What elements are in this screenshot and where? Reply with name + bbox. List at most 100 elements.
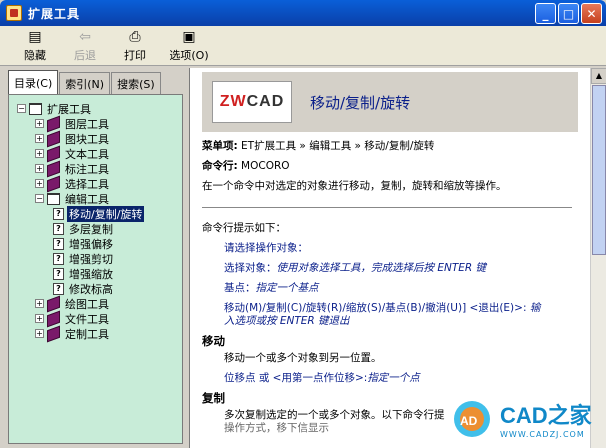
prompt-basepoint-hint: 指定一个基点 xyxy=(255,282,319,294)
tree-item-label: 图块工具 xyxy=(65,132,109,146)
tree-item-label: 修改标高 xyxy=(69,282,113,296)
section-copy-desc: 多次复制选定的一个或多个对象。以下命令行提 xyxy=(224,409,445,421)
prompt-options-hint-cont: 入选项或按 ENTER 键退出 xyxy=(224,315,350,327)
tree-item-label: 增强剪切 xyxy=(69,252,113,266)
tree-item[interactable]: + 图块工具 xyxy=(9,130,182,147)
tree-item[interactable]: ? 移动/复制/旋转 xyxy=(9,205,182,222)
move-prompt-hint: 指定一个点 xyxy=(367,372,420,384)
contents-tree: − 扩展工具 + 图层工具 + 图块工具 + 文本工具 + 标注工具 + 选择工具 − 编辑工具? 移动/复… xyxy=(8,94,183,444)
options-label: 选项(O) xyxy=(169,48,209,62)
cadzj-logo-icon: AD xyxy=(454,397,496,439)
tree-item[interactable]: + 文本工具 xyxy=(9,145,182,162)
open-book-icon xyxy=(47,192,60,205)
tree-item[interactable]: ? 增强偏移 xyxy=(9,236,182,251)
tab-search[interactable]: 搜索(S) xyxy=(111,72,161,94)
prompt-select-hint: 使用对象选择工具，完成选择后按 ENTER 键 xyxy=(276,262,487,274)
cmd-value: MOCORO xyxy=(241,160,290,172)
closed-book-icon xyxy=(47,130,60,147)
tree-item-label: 图层工具 xyxy=(65,117,109,131)
tree-item-label: 文本工具 xyxy=(65,147,109,161)
tree-item-label: 文件工具 xyxy=(65,312,109,326)
tab-contents[interactable]: 目录(C) xyxy=(8,70,59,94)
scroll-up-icon[interactable]: ▲ xyxy=(591,68,606,84)
maximize-button[interactable]: □ xyxy=(558,3,579,24)
move-prompt-label: 位移点 或 <用第一点作位移>: xyxy=(224,372,368,384)
expand-icon[interactable]: + xyxy=(35,119,44,128)
back-arrow-icon: ⇦ xyxy=(79,28,91,45)
tree-item[interactable]: ? 修改标高 xyxy=(9,281,182,296)
closed-book-icon xyxy=(47,325,60,342)
options-button[interactable]: ▣ 选项(O) xyxy=(160,26,218,65)
tree-item-label: 定制工具 xyxy=(65,327,109,341)
window-title: 扩展工具 xyxy=(28,6,81,21)
tree-item[interactable]: ? 多层复制 xyxy=(9,221,182,236)
prompt-options-hint: 输 xyxy=(529,302,541,314)
menu-path: ET扩展工具 » 编辑工具 » 移动/复制/旋转 xyxy=(241,140,435,152)
expand-icon[interactable]: + xyxy=(35,164,44,173)
printer-icon: ⎙ xyxy=(129,28,141,45)
tree-item[interactable]: + 图层工具 xyxy=(9,115,182,132)
closed-book-icon xyxy=(47,310,60,327)
prompt-select-objects: 请选择操作对象： xyxy=(224,242,308,254)
tree-item[interactable]: + 选择工具 xyxy=(9,175,182,192)
toolbar: ▤ 隐藏 ⇦ 后退 ⎙ 打印 ▣ 选项(O) xyxy=(0,26,606,66)
expand-icon[interactable]: + xyxy=(35,134,44,143)
window-controls: _ □ ✕ xyxy=(535,3,602,24)
nav-tabs: 目录(C) 索引(N) 搜索(S) xyxy=(8,70,162,94)
collapse-icon[interactable]: − xyxy=(17,104,26,113)
tree-item[interactable]: + 绘图工具 xyxy=(9,295,182,312)
cadzj-watermark: AD CAD之家 WWW.CADZJ.COM xyxy=(454,388,606,448)
back-button[interactable]: ⇦ 后退 xyxy=(60,26,110,65)
print-label: 打印 xyxy=(124,48,146,62)
tree-item[interactable]: + 文件工具 xyxy=(9,310,182,327)
tree-item[interactable]: ? 增强缩放 xyxy=(9,266,182,281)
closed-book-icon xyxy=(47,175,60,192)
expand-icon[interactable]: + xyxy=(35,299,44,308)
prompt-options-label: 移动(M)/复制(C)/旋转(R)/缩放(S)/基点(B)/撤消(U)] <退出… xyxy=(224,302,527,314)
topic-header: ZW CAD 移动/复制/旋转 xyxy=(202,72,578,132)
prompt-intro: 命令行提示如下： xyxy=(202,222,286,234)
help-page-icon: ? xyxy=(53,267,64,280)
tree-item-label: 绘图工具 xyxy=(65,297,109,311)
help-app-icon xyxy=(6,5,22,21)
menu-label: 菜单项: xyxy=(202,140,238,152)
print-button[interactable]: ⎙ 打印 xyxy=(110,26,160,65)
tree-item-label: 标注工具 xyxy=(65,162,109,176)
tree-item-label: 增强偏移 xyxy=(69,237,113,251)
tab-index[interactable]: 索引(N) xyxy=(59,72,111,94)
section-copy-title: 复制 xyxy=(202,391,225,405)
tree-item[interactable]: + 定制工具 xyxy=(9,325,182,342)
expand-icon[interactable]: + xyxy=(35,179,44,188)
tree-item[interactable]: − 编辑工具 xyxy=(9,191,182,206)
section-copy-desc-cont: 操作方式，移下信显示 xyxy=(224,422,329,434)
help-page-icon: ? xyxy=(53,207,64,220)
tree-item[interactable]: − 扩展工具 xyxy=(9,101,182,116)
options-icon: ▣ xyxy=(182,28,196,45)
expand-icon[interactable]: + xyxy=(35,314,44,323)
hide-button[interactable]: ▤ 隐藏 xyxy=(10,26,60,65)
expand-icon[interactable]: + xyxy=(35,149,44,158)
closed-book-icon xyxy=(47,295,60,312)
tree-item[interactable]: ? 增强剪切 xyxy=(9,251,182,266)
scroll-thumb[interactable] xyxy=(592,85,606,255)
watermark-brand: CAD之家 xyxy=(500,402,592,428)
zwcad-logo: ZW CAD xyxy=(212,81,292,123)
minimize-button[interactable]: _ xyxy=(535,3,556,24)
collapse-icon[interactable]: − xyxy=(35,194,44,203)
hide-icon: ▤ xyxy=(28,28,42,45)
tree-item-label: 增强缩放 xyxy=(69,267,113,281)
hide-label: 隐藏 xyxy=(24,48,46,62)
tree-item[interactable]: + 标注工具 xyxy=(9,160,182,177)
close-button[interactable]: ✕ xyxy=(581,3,602,24)
divider xyxy=(202,207,572,208)
back-label: 后退 xyxy=(74,48,96,62)
tree-item-label: 扩展工具 xyxy=(47,102,91,116)
section-move-title: 移动 xyxy=(202,334,225,348)
expand-icon[interactable]: + xyxy=(35,329,44,338)
help-page-icon: ? xyxy=(53,252,64,265)
title-bar: 扩展工具 _ □ ✕ xyxy=(0,0,606,26)
watermark-url: WWW.CADZJ.COM xyxy=(500,429,585,439)
closed-book-icon xyxy=(47,115,60,132)
open-book-icon xyxy=(29,102,42,115)
closed-book-icon xyxy=(47,145,60,162)
